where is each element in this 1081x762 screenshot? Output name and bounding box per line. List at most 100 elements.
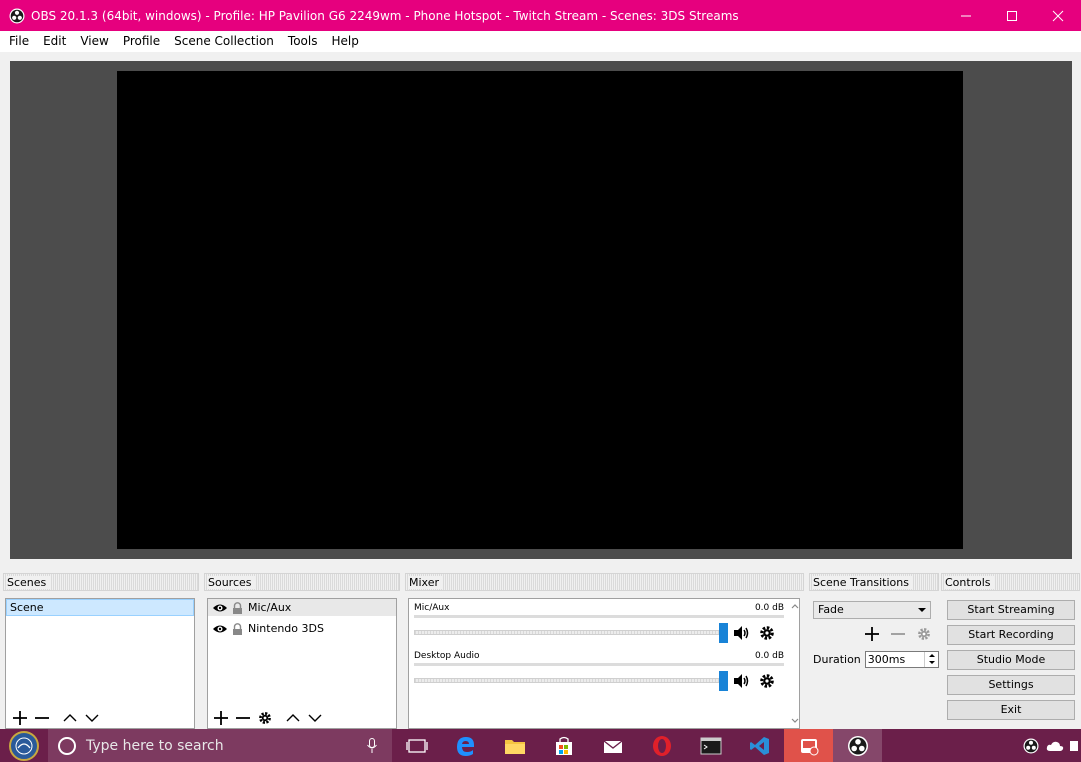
mail-app[interactable] — [588, 729, 637, 762]
eye-icon[interactable] — [212, 623, 228, 635]
chevron-down-icon — [918, 608, 926, 612]
obs-logo-icon — [9, 8, 25, 23]
add-source-button[interactable] — [210, 709, 232, 727]
microphone-icon[interactable] — [366, 738, 378, 754]
obs-logo-icon — [847, 735, 868, 756]
volume-slider-handle[interactable] — [719, 671, 728, 691]
vscode-app[interactable] — [735, 729, 784, 762]
remove-scene-button[interactable] — [31, 709, 53, 727]
gear-icon[interactable] — [759, 625, 775, 641]
volume-slider-track[interactable] — [414, 678, 726, 683]
menu-view[interactable]: View — [73, 31, 115, 52]
scroll-up-arrow[interactable] — [789, 600, 801, 612]
speaker-icon[interactable] — [733, 625, 749, 641]
remove-transition-button[interactable] — [885, 625, 911, 643]
duration-label: Duration — [813, 653, 861, 666]
scenes-title[interactable]: Scenes — [3, 573, 199, 591]
exit-button[interactable]: Exit — [947, 700, 1075, 720]
chevron-down-icon — [308, 714, 322, 722]
channel-level: 0.0 dB — [754, 651, 784, 661]
gear-icon[interactable] — [759, 673, 775, 689]
minus-icon — [35, 717, 49, 719]
minus-icon — [891, 633, 905, 635]
source-item[interactable]: Nintendo 3DS — [208, 620, 396, 637]
menu-help[interactable]: Help — [324, 31, 365, 52]
move-source-up-button[interactable] — [282, 709, 304, 727]
taskbar-search[interactable]: Type here to search — [48, 729, 392, 762]
opera-app[interactable] — [637, 729, 686, 762]
scene-transitions-dock: Scene Transitions Fade Duration 300ms — [809, 573, 939, 729]
sources-title[interactable]: Sources — [204, 573, 400, 591]
cloud-icon — [1046, 741, 1064, 751]
menu-tools[interactable]: Tools — [281, 31, 325, 52]
start-recording-button[interactable]: Start Recording — [947, 625, 1075, 645]
transition-properties-button[interactable] — [911, 625, 937, 643]
plus-icon — [214, 711, 228, 725]
remove-source-button[interactable] — [232, 709, 254, 727]
start-streaming-button[interactable]: Start Streaming — [947, 600, 1075, 620]
maximize-icon — [1007, 10, 1017, 21]
edge-app[interactable] — [441, 729, 490, 762]
settings-button[interactable]: Settings — [947, 675, 1075, 695]
tray-more[interactable] — [1067, 729, 1081, 762]
scene-item[interactable]: Scene — [6, 599, 194, 616]
move-scene-up-button[interactable] — [59, 709, 81, 727]
close-button[interactable] — [1035, 0, 1081, 31]
volume-slider-track[interactable] — [414, 630, 726, 635]
lock-icon[interactable] — [232, 622, 243, 635]
terminal-icon — [700, 737, 721, 754]
minimize-button[interactable] — [943, 0, 989, 31]
gear-icon — [918, 628, 930, 640]
source-properties-button[interactable] — [254, 709, 276, 727]
speaker-icon[interactable] — [733, 673, 749, 689]
game-app[interactable] — [784, 729, 833, 762]
terminal-app[interactable] — [686, 729, 735, 762]
controls-title[interactable]: Controls — [941, 573, 1080, 591]
chevron-up-icon — [63, 714, 77, 722]
move-scene-down-button[interactable] — [81, 709, 103, 727]
source-item[interactable]: Mic/Aux — [208, 599, 396, 616]
title-bar[interactable]: OBS 20.1.3 (64bit, windows) - Profile: H… — [0, 0, 1081, 31]
volume-meter — [414, 615, 784, 618]
add-scene-button[interactable] — [9, 709, 31, 727]
game-icon — [800, 738, 818, 755]
close-icon — [1052, 10, 1064, 21]
duration-row: Duration 300ms — [813, 651, 939, 668]
obs-app[interactable] — [833, 729, 882, 762]
mixer-scrollbar[interactable] — [789, 600, 801, 730]
minimize-icon — [961, 15, 971, 16]
volume-slider-handle[interactable] — [719, 623, 728, 643]
tray-onedrive[interactable] — [1043, 729, 1067, 762]
scenes-toolbar — [9, 709, 103, 727]
preview-canvas[interactable] — [117, 71, 963, 549]
menu-profile[interactable]: Profile — [116, 31, 167, 52]
lock-icon[interactable] — [232, 601, 243, 614]
eye-icon[interactable] — [212, 602, 228, 614]
task-view-icon — [405, 738, 428, 753]
studio-mode-button[interactable]: Studio Mode — [947, 650, 1075, 670]
store-app[interactable] — [539, 729, 588, 762]
transition-select[interactable]: Fade — [813, 601, 931, 619]
add-transition-button[interactable] — [859, 625, 885, 643]
file-explorer-app[interactable] — [490, 729, 539, 762]
maximize-button[interactable] — [989, 0, 1035, 31]
window-title: OBS 20.1.3 (64bit, windows) - Profile: H… — [31, 8, 739, 23]
start-button[interactable] — [0, 729, 48, 762]
scroll-down-arrow[interactable] — [789, 715, 801, 727]
preview-area — [10, 61, 1072, 559]
move-source-down-button[interactable] — [304, 709, 326, 727]
transition-toolbar — [859, 625, 937, 643]
scene-transitions-title[interactable]: Scene Transitions — [809, 573, 939, 591]
volume-meter — [414, 663, 784, 666]
spin-down-icon[interactable] — [928, 661, 935, 664]
tray-obs[interactable] — [1019, 729, 1043, 762]
menu-edit[interactable]: Edit — [36, 31, 73, 52]
menu-scene-collection[interactable]: Scene Collection — [167, 31, 281, 52]
menu-file[interactable]: File — [2, 31, 36, 52]
duration-spinbox[interactable]: 300ms — [864, 651, 939, 668]
plus-icon — [13, 711, 27, 725]
mixer-title[interactable]: Mixer — [405, 573, 804, 591]
task-view-button[interactable] — [392, 729, 441, 762]
minus-icon — [236, 717, 250, 719]
spin-up-icon[interactable] — [928, 654, 935, 657]
